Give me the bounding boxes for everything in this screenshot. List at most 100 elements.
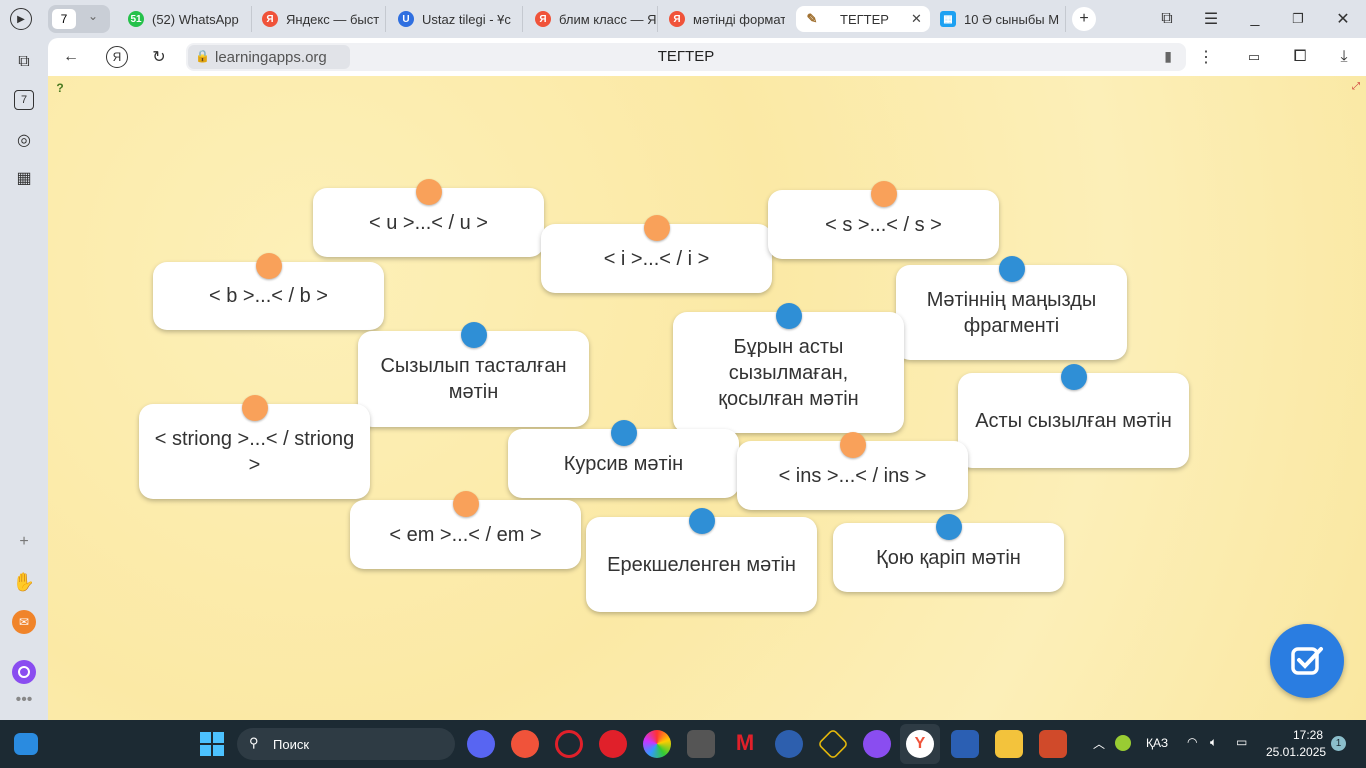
tab-label: ТЕГТЕР [840, 11, 889, 27]
description-card[interactable]: Қою қаріп мәтін [833, 514, 1064, 592]
tab-tegter[interactable]: ✎ ТЕГТЕР ✕ [796, 6, 930, 32]
tab-class[interactable]: ▦ 10 Ә сыныбы М [940, 6, 1066, 32]
bookmarks-icon[interactable]: ⧉ [1156, 8, 1178, 30]
yandex-icon: Я [535, 11, 551, 27]
notification-badge[interactable]: 1 [1331, 736, 1346, 751]
extensions-icon[interactable]: ⧠ [1288, 46, 1312, 68]
explorer-icon[interactable] [995, 730, 1023, 758]
description-card[interactable]: Курсив мәтін [508, 420, 739, 498]
fullscreen-icon[interactable]: ⤢ [1350, 80, 1362, 92]
binance-icon[interactable] [817, 728, 849, 760]
taskbar-search[interactable]: ⚲ Поиск [237, 728, 455, 760]
blue-dot[interactable] [689, 508, 715, 534]
tab-group[interactable]: 7 ⌄ [48, 5, 110, 33]
tab-format[interactable]: Ямәтінді формат [669, 6, 785, 32]
active-browser-slot[interactable]: Y [900, 724, 940, 764]
clock-date[interactable]: 25.01.2025 [1266, 745, 1326, 759]
description-card[interactable]: Бұрын асты сызылмаған, қосылған мәтін [673, 303, 904, 433]
orange-dot[interactable] [416, 179, 442, 205]
tag-card[interactable]: < s >...< / s > [768, 181, 999, 259]
help-icon[interactable]: ? [52, 80, 68, 96]
more-icon[interactable]: ⋮ [1196, 46, 1216, 68]
tag-card[interactable]: < em >...< / em > [350, 491, 581, 569]
card-text: < b >...< / b > [209, 285, 328, 307]
description-card[interactable]: Ерекшеленген мәтін [586, 508, 817, 612]
tab-whatsapp[interactable]: 51 (52) WhatsApp [128, 6, 252, 32]
orange-dot[interactable] [644, 215, 670, 241]
games-icon[interactable] [863, 730, 891, 758]
chevron-down-icon[interactable]: ⌄ [88, 9, 98, 23]
y-app-icon[interactable] [775, 730, 803, 758]
mail-icon[interactable]: ✉ [12, 610, 36, 634]
battery-icon[interactable]: ▭ [1236, 735, 1247, 749]
word-icon[interactable] [951, 730, 979, 758]
widgets-icon[interactable] [14, 733, 38, 755]
tab-count[interactable]: 7 [52, 9, 76, 29]
menu-icon[interactable]: ☰ [1200, 8, 1222, 30]
checkmark-icon [1291, 647, 1323, 675]
blue-dot[interactable] [936, 514, 962, 540]
orange-dot[interactable] [242, 395, 268, 421]
orange-dot[interactable] [840, 432, 866, 458]
minimize-icon[interactable]: _ [1244, 8, 1266, 30]
play-icon[interactable]: ▶ [10, 8, 32, 30]
blue-dot[interactable] [461, 322, 487, 348]
add-icon[interactable]: + [14, 532, 34, 552]
bookmark-icon[interactable]: ▮ [1164, 48, 1172, 65]
close-icon[interactable]: ✕ [911, 11, 922, 27]
apps-icon[interactable]: ▦ [14, 168, 34, 188]
color-app-icon[interactable] [643, 730, 671, 758]
url-field[interactable]: 🔒 learningapps.org ТЕГТЕР ▮ [186, 43, 1186, 71]
orange-dot[interactable] [256, 253, 282, 279]
tag-card[interactable]: < striong >...< / striong > [139, 395, 370, 499]
yandex-home-icon[interactable]: Я [106, 46, 128, 68]
tab-bilim[interactable]: Яблим класс — Я [535, 6, 658, 32]
tabs-badge[interactable]: 7 [14, 90, 34, 110]
powerpoint-icon[interactable] [1039, 730, 1067, 758]
tag-card[interactable]: < i >...< / i > [541, 215, 772, 293]
description-card[interactable]: Сызылып тасталған мәтін [358, 322, 589, 427]
battery-saver-icon[interactable]: ▭ [1242, 46, 1266, 68]
tab-yandex[interactable]: Я Яндекс — быст [262, 6, 386, 32]
blue-dot[interactable] [999, 256, 1025, 282]
chevron-up-icon[interactable]: ︿ [1093, 735, 1105, 752]
start-icon[interactable] [200, 732, 224, 756]
yandex-browser-icon[interactable] [511, 730, 539, 758]
more-icon[interactable]: ••• [12, 691, 36, 708]
window-close-icon[interactable]: ✕ [1332, 8, 1354, 30]
meet-icon[interactable] [467, 730, 495, 758]
blue-dot[interactable] [776, 303, 802, 329]
tag-card[interactable]: < ins >...< / ins > [737, 432, 968, 510]
description-card[interactable]: Мәтіннің маңызды фрагменті [896, 256, 1127, 360]
volume-icon[interactable]: 🔈︎ [1210, 735, 1217, 750]
tag-card[interactable]: < b >...< / b > [153, 253, 384, 330]
card-text: < striong >...< / striong > [154, 427, 355, 476]
opera-gx-icon[interactable] [555, 730, 583, 758]
tray-app-icon[interactable] [1115, 735, 1131, 751]
orange-dot[interactable] [871, 181, 897, 207]
tab-label: Яндекс — быст [286, 11, 380, 27]
blue-dot[interactable] [1061, 364, 1087, 390]
tab-ustaz[interactable]: U Ustaz tilegi - Ұс [398, 6, 523, 32]
back-icon[interactable]: ← [60, 46, 82, 68]
new-tab-button[interactable]: + [1072, 7, 1096, 31]
tanks-icon[interactable] [687, 730, 715, 758]
screenshot-icon[interactable]: ◎ [14, 130, 34, 150]
language-indicator[interactable]: ҚАЗ [1146, 736, 1168, 750]
blue-dot[interactable] [611, 420, 637, 446]
alice-icon[interactable] [12, 660, 36, 684]
collections-icon[interactable]: ⧉ [14, 52, 34, 72]
description-card[interactable]: Асты сызылған мәтін [958, 364, 1189, 468]
clock-time[interactable]: 17:28 [1293, 728, 1323, 742]
check-answers-button[interactable] [1270, 624, 1344, 698]
reload-icon[interactable]: ↻ [148, 46, 170, 68]
orange-dot[interactable] [453, 491, 479, 517]
page-title: ТЕГТЕР [657, 48, 715, 65]
wifi-icon[interactable]: ◠ [1187, 735, 1197, 749]
download-icon[interactable]: ⤓ [1332, 46, 1356, 68]
restore-icon[interactable]: ❐ [1287, 8, 1309, 30]
opera-icon[interactable] [599, 730, 627, 758]
hand-app-icon[interactable]: ✋ [12, 570, 36, 594]
m-app-icon[interactable]: M [731, 730, 759, 758]
tag-card[interactable]: < u >...< / u > [313, 179, 544, 257]
